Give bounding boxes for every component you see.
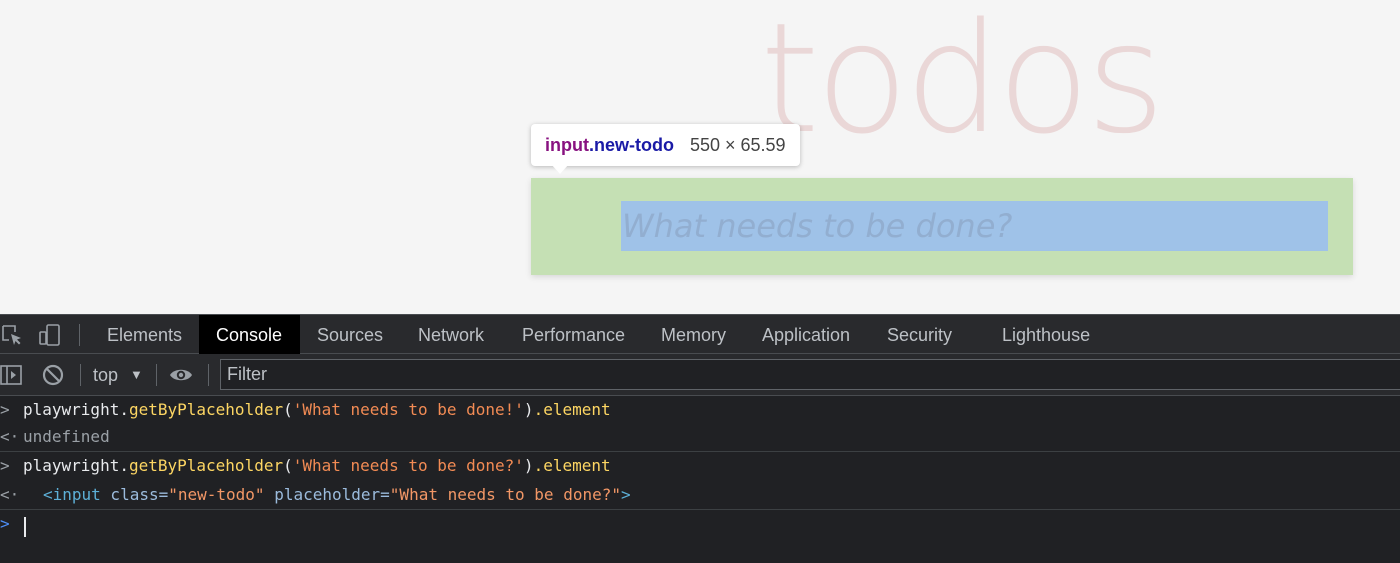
tooltip-selector: input.new-todo	[545, 135, 674, 156]
live-expression-eye-icon[interactable]	[169, 363, 193, 387]
console-attr-value: "What needs to be done?"	[389, 485, 621, 504]
device-toolbar-icon[interactable]	[38, 323, 62, 347]
console-result-undefined: undefined	[23, 427, 110, 446]
context-selector[interactable]: top	[93, 354, 118, 396]
console-property: .element	[533, 456, 611, 475]
console-tag-close: >	[620, 485, 631, 504]
console-object: playwright	[23, 400, 120, 419]
clear-console-icon[interactable]	[41, 363, 65, 387]
inspect-element-icon[interactable]	[0, 323, 24, 347]
todo-app-page: todos input.new-todo 550 × 65.59	[0, 0, 1400, 314]
devtools-panel: Elements Console Sources Network Perform…	[0, 314, 1400, 563]
console-string-arg: 'What needs to be done?'	[292, 456, 524, 475]
console-string-arg: 'What needs to be done!'	[292, 400, 524, 419]
toolbar-divider-2	[156, 364, 157, 386]
new-todo-input[interactable]	[621, 201, 1328, 251]
console-sidebar-icon[interactable]	[0, 363, 24, 387]
tab-sources[interactable]: Sources	[300, 315, 400, 354]
console-command: playwright.getByPlaceholder('What needs …	[23, 452, 611, 480]
chevron-right-icon: >	[0, 514, 10, 533]
console-attr-name: class=	[100, 485, 169, 504]
console-paren: (	[283, 456, 293, 475]
console-attr-name: placeholder=	[264, 485, 390, 504]
chevron-down-icon[interactable]: ▼	[130, 354, 143, 396]
console-output: > playwright.getByPlaceholder('What need…	[0, 396, 1400, 563]
console-command: playwright.getByPlaceholder('What needs …	[23, 396, 611, 424]
console-toolbar: top ▼	[0, 354, 1400, 396]
console-object: playwright	[23, 456, 120, 475]
tab-memory[interactable]: Memory	[644, 315, 743, 354]
console-result-line: <· undefined	[0, 424, 1400, 450]
console-filter-input[interactable]	[220, 359, 1400, 390]
tab-application[interactable]: Application	[745, 315, 867, 354]
toolbar-divider-3	[208, 364, 209, 386]
tooltip-arrow	[551, 164, 569, 174]
tooltip-class: .new-todo	[588, 134, 674, 155]
console-result-line: <· <input class="new-todo" placeholder="…	[0, 481, 1400, 509]
tab-bar-divider	[79, 324, 80, 346]
console-property: .element	[533, 400, 611, 419]
toolbar-divider-1	[80, 364, 81, 386]
tooltip-dimensions: 550 × 65.59	[689, 134, 786, 155]
todos-heading: todos	[760, 0, 1165, 167]
tab-lighthouse[interactable]: Lighthouse	[985, 315, 1107, 354]
devtools-tab-bar: Elements Console Sources Network Perform…	[0, 314, 1400, 354]
console-method: getByPlaceholder	[128, 456, 284, 475]
chevron-right-icon: >	[0, 456, 10, 475]
tab-network[interactable]: Network	[401, 315, 501, 354]
tooltip-tag: input	[545, 134, 589, 155]
console-tag-open: <input	[43, 485, 101, 504]
console-prompt-line[interactable]: >	[0, 510, 1400, 538]
inspector-tooltip: input.new-todo 550 × 65.59	[531, 124, 800, 174]
return-arrow-icon: <·	[0, 427, 20, 446]
console-paren: )	[523, 456, 534, 475]
console-paren: )	[523, 400, 534, 419]
return-arrow-icon: <·	[0, 485, 20, 504]
console-paren: (	[283, 400, 293, 419]
console-dot: .	[119, 456, 129, 475]
tab-console[interactable]: Console	[199, 315, 300, 354]
console-input-line: > playwright.getByPlaceholder('What need…	[0, 452, 1400, 480]
console-input-line: > playwright.getByPlaceholder('What need…	[0, 396, 1400, 424]
console-result-element[interactable]: <input class="new-todo" placeholder="Wha…	[43, 481, 631, 509]
chevron-right-icon: >	[0, 400, 10, 419]
console-dot: .	[119, 400, 129, 419]
tab-performance[interactable]: Performance	[505, 315, 642, 354]
console-attr-value: "new-todo"	[168, 485, 265, 504]
text-cursor	[24, 517, 26, 537]
tab-security[interactable]: Security	[870, 315, 969, 354]
console-method: getByPlaceholder	[128, 400, 284, 419]
new-todo-highlight-box	[531, 178, 1353, 275]
tab-elements[interactable]: Elements	[90, 315, 199, 354]
